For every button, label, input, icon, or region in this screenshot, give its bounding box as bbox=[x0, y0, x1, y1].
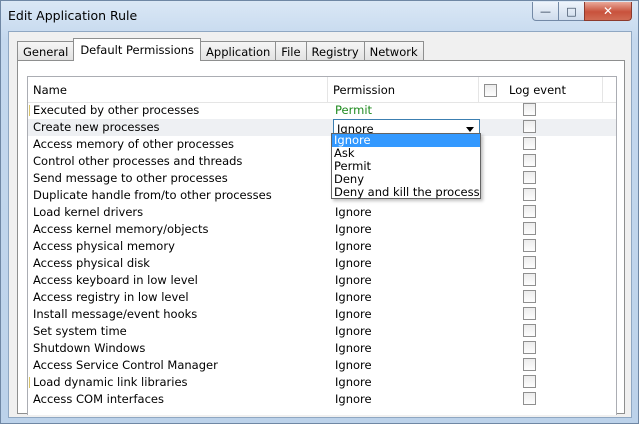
table-row[interactable]: Duplicate handle from/to other processes bbox=[28, 187, 616, 204]
tab-general[interactable]: General bbox=[17, 41, 75, 61]
default-permissions-panel: Name Permission Log event Executed by ot… bbox=[17, 60, 625, 415]
row-permission[interactable]: Ignore bbox=[335, 290, 372, 304]
row-name: Access physical memory bbox=[33, 239, 175, 253]
table-row[interactable]: Shutdown Windows Ignore bbox=[28, 340, 616, 357]
row-permission[interactable]: Ignore bbox=[335, 239, 372, 253]
log-event-checkbox[interactable] bbox=[523, 205, 536, 218]
table-row[interactable]: Access physical disk Ignore bbox=[28, 255, 616, 272]
list-header: Name Permission Log event bbox=[28, 77, 616, 103]
row-permission[interactable]: Ignore bbox=[335, 358, 372, 372]
log-event-checkbox[interactable] bbox=[523, 171, 536, 184]
table-row[interactable]: Access physical memory Ignore bbox=[28, 238, 616, 255]
maximize-button[interactable]: □ bbox=[558, 2, 585, 21]
table-row[interactable]: Send message to other processes bbox=[28, 170, 616, 187]
row-name: Access Service Control Manager bbox=[33, 358, 218, 372]
row-marker bbox=[29, 105, 30, 116]
tab-strip: General Default Permissions Application … bbox=[17, 38, 424, 61]
table-row[interactable]: Install message/event hooks Ignore bbox=[28, 306, 616, 323]
log-event-checkbox[interactable] bbox=[523, 273, 536, 286]
row-name: Control other processes and threads bbox=[33, 154, 243, 168]
log-event-checkbox[interactable] bbox=[523, 290, 536, 303]
row-permission[interactable]: Ignore bbox=[335, 375, 372, 389]
table-row[interactable]: Load kernel drivers Ignore bbox=[28, 204, 616, 221]
log-event-checkbox[interactable] bbox=[523, 392, 536, 405]
row-name: Shutdown Windows bbox=[33, 341, 146, 355]
dropdown-option[interactable]: Deny and kill the process bbox=[332, 186, 480, 199]
row-permission[interactable]: Ignore bbox=[335, 256, 372, 270]
permission-dropdown-list[interactable]: Ignore Ask Permit Deny Deny and kill the pro… bbox=[331, 133, 481, 199]
close-button[interactable]: ✕ bbox=[584, 2, 632, 21]
table-row[interactable]: Access kernel memory/objects Ignore bbox=[28, 221, 616, 238]
minimize-button[interactable]: — bbox=[532, 2, 559, 21]
row-name: Access kernel memory/objects bbox=[33, 222, 209, 236]
row-permission[interactable]: Ignore bbox=[335, 222, 372, 236]
log-event-checkbox[interactable] bbox=[523, 239, 536, 252]
title-bar[interactable]: Edit Application Rule — □ ✕ bbox=[1, 1, 638, 31]
table-row[interactable]: Control other processes and threads bbox=[28, 153, 616, 170]
table-row[interactable]: Set system time Ignore bbox=[28, 323, 616, 340]
log-event-checkbox[interactable] bbox=[523, 188, 536, 201]
log-event-checkbox[interactable] bbox=[523, 154, 536, 167]
row-name: Load kernel drivers bbox=[33, 205, 144, 219]
table-row[interactable]: Access memory of other processes bbox=[28, 136, 616, 153]
table-row[interactable]: Access keyboard in low level Ignore bbox=[28, 272, 616, 289]
row-permission[interactable]: Ignore bbox=[335, 341, 372, 355]
row-name: Access memory of other processes bbox=[33, 137, 235, 151]
row-marker bbox=[29, 377, 30, 388]
log-event-checkbox[interactable] bbox=[523, 324, 536, 337]
row-name: Set system time bbox=[33, 324, 127, 338]
row-name: Access registry in low level bbox=[33, 290, 189, 304]
tab-default-permissions[interactable]: Default Permissions bbox=[73, 38, 202, 61]
window-title: Edit Application Rule bbox=[8, 8, 138, 23]
log-event-checkbox[interactable] bbox=[523, 307, 536, 320]
row-permission[interactable]: Ignore bbox=[335, 273, 372, 287]
row-name: Load dynamic link libraries bbox=[33, 375, 188, 389]
row-name: Duplicate handle from/to other processes bbox=[33, 188, 272, 202]
column-log-event-label: Log event bbox=[509, 83, 566, 97]
row-name: Access physical disk bbox=[33, 256, 150, 270]
column-header-name[interactable]: Name bbox=[28, 77, 328, 103]
row-name: Access COM interfaces bbox=[33, 392, 164, 406]
edit-application-rule-window: Edit Application Rule — □ ✕ General Defa… bbox=[0, 0, 639, 424]
row-permission[interactable]: Ignore bbox=[335, 205, 372, 219]
column-permission-label: Permission bbox=[333, 83, 396, 97]
tab-application[interactable]: Application bbox=[200, 41, 277, 61]
row-permission[interactable]: Permit bbox=[335, 103, 372, 117]
log-event-checkbox[interactable] bbox=[523, 137, 536, 150]
chevron-down-icon[interactable] bbox=[466, 127, 474, 132]
log-event-checkbox[interactable] bbox=[523, 222, 536, 235]
row-name: Install message/event hooks bbox=[33, 307, 198, 321]
table-row[interactable]: Load dynamic link libraries Ignore bbox=[28, 374, 616, 391]
log-event-checkbox[interactable] bbox=[523, 341, 536, 354]
column-header-permission[interactable]: Permission bbox=[328, 77, 479, 103]
log-event-checkbox[interactable] bbox=[523, 103, 536, 116]
close-icon: ✕ bbox=[602, 4, 614, 18]
row-name: Send message to other processes bbox=[33, 171, 228, 185]
table-row[interactable]: Create new processes Ignore bbox=[28, 119, 616, 139]
row-permission[interactable]: Ignore bbox=[335, 307, 372, 321]
permissions-list[interactable]: Name Permission Log event Executed by ot… bbox=[27, 76, 617, 415]
row-name: Executed by other processes bbox=[33, 103, 200, 117]
row-permission[interactable]: Ignore bbox=[335, 392, 372, 406]
row-name: Create new processes bbox=[33, 120, 160, 134]
log-event-checkbox[interactable] bbox=[523, 256, 536, 269]
tab-registry[interactable]: Registry bbox=[305, 41, 365, 61]
row-name: Access keyboard in low level bbox=[33, 273, 198, 287]
maximize-icon: □ bbox=[566, 4, 577, 18]
minimize-icon: — bbox=[540, 4, 551, 18]
log-event-checkbox[interactable] bbox=[523, 120, 536, 133]
table-row[interactable]: Access registry in low level Ignore bbox=[28, 289, 616, 306]
table-row[interactable]: Executed by other processes Permit bbox=[28, 102, 616, 119]
column-header-log-event[interactable]: Log event bbox=[479, 77, 603, 103]
column-name-label: Name bbox=[33, 83, 67, 97]
log-event-checkbox[interactable] bbox=[523, 358, 536, 371]
table-row[interactable]: Access COM interfaces Ignore bbox=[28, 391, 616, 408]
tab-file[interactable]: File bbox=[275, 41, 307, 61]
log-event-all-checkbox[interactable] bbox=[484, 83, 497, 97]
tab-network[interactable]: Network bbox=[363, 41, 424, 61]
row-permission[interactable]: Ignore bbox=[335, 324, 372, 338]
dialog-client-area: General Default Permissions Application … bbox=[8, 31, 632, 418]
table-row[interactable]: Access Service Control Manager Ignore bbox=[28, 357, 616, 374]
log-event-checkbox[interactable] bbox=[523, 375, 536, 388]
